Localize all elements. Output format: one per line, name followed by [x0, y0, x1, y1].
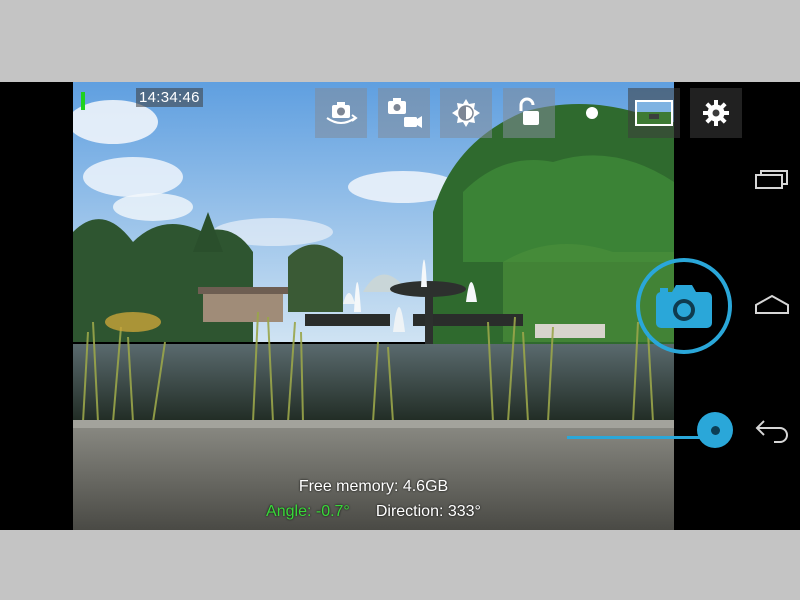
camera-rotate-icon: [326, 102, 358, 124]
gallery-thumbnail-icon: [635, 100, 673, 126]
zoom-slider-handle[interactable]: [697, 412, 733, 448]
recent-apps-button[interactable]: [754, 164, 790, 194]
focus-dot-icon: [586, 107, 598, 119]
clock: 14:34:46: [136, 88, 203, 107]
zoom-slider-track[interactable]: [567, 436, 719, 439]
viewfinder-scene: [73, 82, 674, 530]
unlock-icon: [519, 97, 539, 125]
back-icon: [755, 420, 788, 443]
gear-icon: [703, 100, 729, 126]
orientation-info: Angle: -0.7° Direction: 333°: [73, 503, 674, 521]
exposure-lock-button[interactable]: [503, 88, 555, 138]
camera-video-icon: [388, 98, 422, 128]
zoom-handle-dot: [710, 425, 720, 435]
home-icon: [755, 294, 789, 314]
battery-indicator: [81, 92, 85, 110]
navigation-bar: [742, 82, 800, 530]
exposure-button[interactable]: [440, 88, 492, 138]
photo-video-mode-button[interactable]: [378, 88, 430, 138]
gallery-button[interactable]: [628, 88, 680, 138]
direction-text: Direction: 333°: [375, 503, 481, 520]
camera-icon: [656, 285, 712, 328]
free-memory-text: Free memory: 4.6GB: [298, 478, 449, 495]
angle-text: Angle: -0.7°: [266, 503, 350, 520]
focus-mode-button[interactable]: [566, 88, 618, 138]
switch-camera-button[interactable]: [315, 88, 367, 138]
left-black-strip: [0, 82, 73, 530]
exposure-icon: [452, 99, 480, 127]
shutter-button[interactable]: [636, 258, 732, 354]
settings-button[interactable]: [690, 88, 742, 138]
home-button[interactable]: [754, 290, 790, 320]
recent-apps-icon: [755, 170, 788, 189]
back-button[interactable]: [754, 416, 790, 446]
camera-screen: 14:34:46 Free memory: 4.6GB Angle: -0.7°…: [0, 82, 800, 530]
camera-viewfinder[interactable]: [73, 82, 674, 530]
